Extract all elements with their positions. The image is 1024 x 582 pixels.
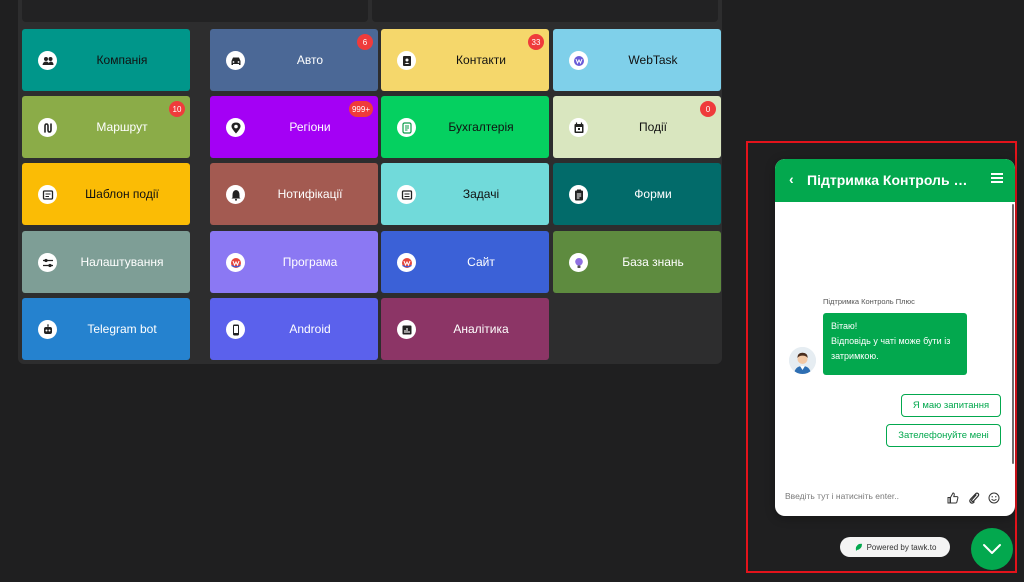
top-bar-left [22, 0, 368, 22]
module-label: Компанія [96, 53, 148, 67]
module-tile[interactable]: Android [210, 298, 378, 360]
count-badge: 10 [169, 101, 185, 117]
module-tile[interactable]: Контакти 33 [381, 29, 549, 91]
module-tile[interactable]: Програма [210, 231, 378, 293]
module-label: Налаштування [80, 255, 164, 269]
module-label: Авто [296, 53, 324, 67]
accounting-icon [397, 118, 416, 137]
module-label: Задачі [462, 187, 500, 201]
template-icon [38, 185, 57, 204]
module-tile[interactable]: Маршрут 10 [22, 96, 190, 158]
count-badge: 0 [700, 101, 716, 117]
module-label: Контакти [456, 53, 506, 67]
module-tile[interactable]: Форми [553, 163, 721, 225]
message-line: Вітаю! [831, 321, 858, 331]
module-tile[interactable]: WebTask [553, 29, 721, 91]
chevron-down-icon [983, 544, 1001, 554]
tawk-leaf-icon [855, 543, 862, 551]
module-tile[interactable]: Події 0 [553, 96, 721, 158]
module-tile[interactable]: Регіони 999+ [210, 96, 378, 158]
calendar-icon [569, 118, 588, 137]
thumbs-up-icon[interactable] [947, 492, 959, 504]
message-line: Відповідь у чаті може бути із [831, 336, 951, 346]
quick-reply-question[interactable]: Я маю запитання [901, 394, 1001, 417]
module-tile[interactable]: Налаштування [22, 231, 190, 293]
back-icon[interactable]: ‹ [789, 171, 794, 187]
module-label: Сайт [467, 255, 495, 269]
module-label: Події [638, 120, 668, 134]
emoji-icon[interactable] [988, 492, 1000, 504]
quick-reply-call-me[interactable]: Зателефонуйте мені [886, 424, 1001, 447]
route-icon [38, 118, 57, 137]
module-tile[interactable]: Нотифікації [210, 163, 378, 225]
module-label: Android [289, 322, 331, 336]
agent-name: Підтримка Контроль Плюс [823, 297, 915, 306]
module-label: Форми [634, 187, 672, 201]
module-tile[interactable]: База знань [553, 231, 721, 293]
count-badge: 999+ [348, 101, 373, 117]
phone-icon [226, 320, 245, 339]
agent-message: Вітаю! Відповідь у чаті може бути із зат… [823, 313, 967, 375]
module-tile[interactable]: Компанія [22, 29, 190, 91]
module-label: Бухгалтерія [448, 120, 514, 134]
powered-by-link[interactable]: Powered by tawk.to [840, 537, 950, 557]
settings-sliders-icon [38, 253, 57, 272]
analytics-icon [397, 320, 416, 339]
chat-header: ‹ Підтримка Контроль Плюс [775, 159, 1015, 202]
message-input[interactable]: Введіть тут і натисніть enter.. [785, 491, 915, 501]
module-label: Програма [282, 255, 338, 269]
module-tile[interactable]: Задачі [381, 163, 549, 225]
webtask-logo-icon [569, 51, 588, 70]
module-tile[interactable]: Telegram bot [22, 298, 190, 360]
chat-title: Підтримка Контроль Плюс [807, 172, 977, 188]
program-logo-icon [226, 253, 245, 272]
tasks-icon [397, 185, 416, 204]
module-label: WebTask [628, 53, 678, 67]
chat-toggle-button[interactable] [971, 528, 1013, 570]
module-tile[interactable]: Авто 6 [210, 29, 378, 91]
module-label: Маршрут [96, 120, 148, 134]
module-label: Telegram bot [87, 322, 157, 336]
module-label: База знань [622, 255, 684, 269]
module-label: Шаблон події [85, 187, 159, 201]
powered-by-text: Powered by tawk.to [866, 542, 937, 552]
module-tile[interactable]: Сайт [381, 231, 549, 293]
agent-avatar [789, 347, 816, 374]
bell-icon [226, 185, 245, 204]
chat-scrollbar[interactable] [1012, 204, 1014, 464]
message-line: затримкою. [831, 351, 879, 361]
clipboard-icon [569, 185, 588, 204]
bot-icon [38, 320, 57, 339]
module-label: Аналітика [453, 322, 509, 336]
location-pin-icon [226, 118, 245, 137]
count-badge: 33 [528, 34, 544, 50]
people-icon [38, 51, 57, 70]
module-tile[interactable]: Бухгалтерія [381, 96, 549, 158]
car-icon [226, 51, 245, 70]
top-bar-right [372, 0, 718, 22]
chat-widget: ‹ Підтримка Контроль Плюс Підтримка Конт… [775, 159, 1015, 516]
module-tile[interactable]: Шаблон події [22, 163, 190, 225]
menu-icon[interactable] [991, 173, 1003, 183]
module-tile[interactable]: Аналітика [381, 298, 549, 360]
contacts-book-icon [397, 51, 416, 70]
site-logo-icon [397, 253, 416, 272]
attachment-icon[interactable] [968, 492, 980, 504]
knowledge-bulb-icon [569, 253, 588, 272]
module-label: Нотифікації [277, 187, 343, 201]
count-badge: 6 [357, 34, 373, 50]
